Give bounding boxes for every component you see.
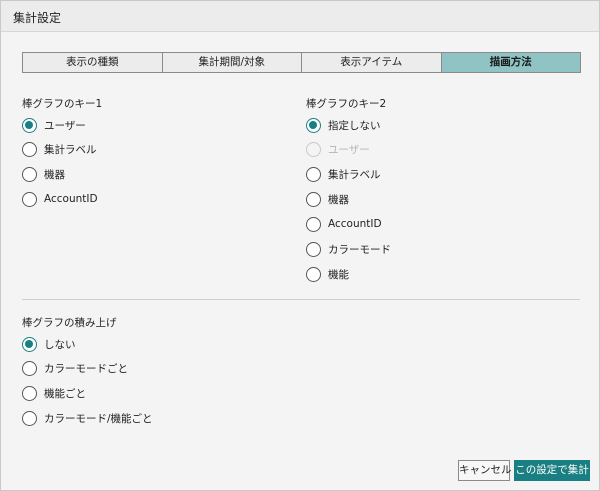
radio-button[interactable] (306, 117, 321, 133)
radio-label: ユーザー (44, 119, 86, 132)
radio-label: カラーモード/機能ごと (44, 412, 153, 425)
radio-button[interactable] (22, 410, 37, 426)
radio-label: 機器 (328, 193, 349, 206)
cancel-button[interactable]: キャンセル (458, 460, 512, 481)
radio-button[interactable] (22, 117, 37, 133)
radio-button[interactable] (22, 385, 37, 401)
key2-option-accountid[interactable]: AccountID (306, 215, 382, 233)
radio-button[interactable] (22, 141, 37, 157)
tab-drawing-method[interactable]: 描画方法 (441, 53, 580, 72)
radio-label: 集計ラベル (328, 168, 381, 181)
key2-option-user: ユーザー (306, 140, 370, 158)
aggregation-settings-dialog: 集計設定 表示の種類 集計期間/対象 表示アイテム 描画方法 棒グラフのキー1 … (0, 0, 600, 491)
key1-option-user[interactable]: ユーザー (22, 116, 86, 134)
tab-display-items[interactable]: 表示アイテム (302, 53, 442, 72)
key1-option-accountid[interactable]: AccountID (22, 190, 98, 208)
settings-tabs: 表示の種類 集計期間/対象 表示アイテム 描画方法 (22, 52, 581, 73)
radio-button[interactable] (306, 266, 321, 282)
dialog-title: 集計設定 (13, 11, 62, 25)
stack-option-none[interactable]: しない (22, 335, 76, 353)
radio-button (306, 141, 321, 157)
radio-button[interactable] (306, 166, 321, 182)
radio-label: カラーモード (328, 243, 391, 256)
radio-label: 指定しない (328, 119, 381, 132)
radio-label: 機能ごと (44, 387, 86, 400)
radio-button[interactable] (22, 191, 37, 207)
radio-button[interactable] (22, 336, 37, 352)
key1-section-title: 棒グラフのキー1 (22, 98, 103, 110)
radio-button[interactable] (22, 360, 37, 376)
stack-option-by-color-mode[interactable]: カラーモードごと (22, 359, 128, 377)
radio-button[interactable] (22, 166, 37, 182)
key2-option-device[interactable]: 機器 (306, 190, 349, 208)
radio-button[interactable] (306, 241, 321, 257)
radio-button[interactable] (306, 191, 321, 207)
stack-section-title: 棒グラフの積み上げ (22, 317, 117, 329)
key2-section-title: 棒グラフのキー2 (306, 98, 387, 110)
stack-option-by-function[interactable]: 機能ごと (22, 384, 86, 402)
key1-option-aggregation-label[interactable]: 集計ラベル (22, 140, 97, 158)
key2-option-none[interactable]: 指定しない (306, 116, 381, 134)
tab-period-target[interactable]: 集計期間/対象 (162, 53, 302, 72)
radio-label: 集計ラベル (44, 143, 97, 156)
radio-label: 機器 (44, 168, 65, 181)
stack-option-by-color-mode-and-function[interactable]: カラーモード/機能ごと (22, 409, 153, 427)
dialog-titlebar: 集計設定 (1, 1, 599, 32)
radio-button[interactable] (306, 216, 321, 232)
aggregate-with-settings-button[interactable]: この設定で集計 (514, 460, 590, 481)
radio-label: AccountID (328, 218, 382, 230)
tab-display-type[interactable]: 表示の種類 (23, 53, 163, 72)
section-divider (22, 299, 580, 300)
radio-label: ユーザー (328, 143, 370, 156)
key1-option-device[interactable]: 機器 (22, 165, 65, 183)
key2-option-function[interactable]: 機能 (306, 265, 349, 283)
radio-label: AccountID (44, 193, 98, 205)
radio-label: カラーモードごと (44, 362, 128, 375)
radio-label: 機能 (328, 268, 349, 281)
radio-label: しない (44, 338, 76, 351)
key2-option-aggregation-label[interactable]: 集計ラベル (306, 165, 381, 183)
key2-option-color-mode[interactable]: カラーモード (306, 240, 391, 258)
